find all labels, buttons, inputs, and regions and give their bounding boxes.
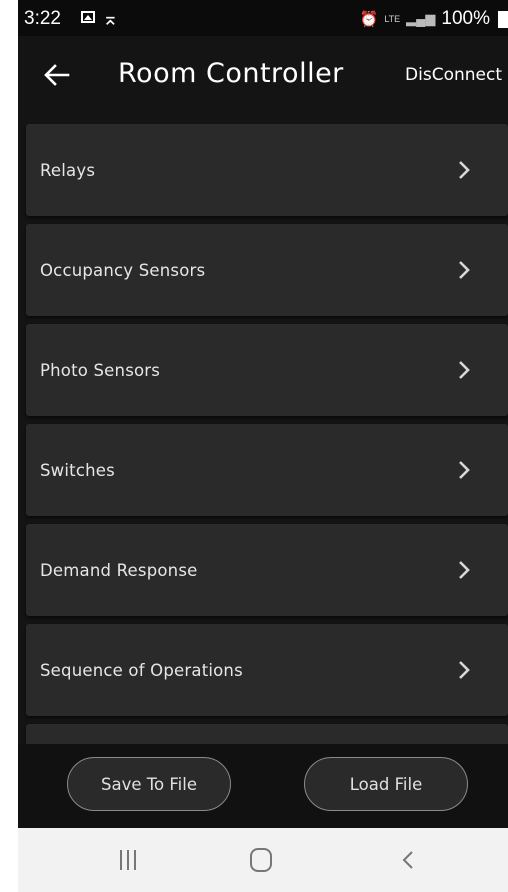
load-file-button[interactable]: Load File [304, 757, 468, 811]
menu-item-sequence-of-operations[interactable]: Sequence of Operations [26, 624, 508, 716]
file-action-bar: Save To File Load File [18, 744, 508, 828]
signal-icon: ▂▄▆ [406, 11, 436, 26]
status-bar: 3:22 ⌅ ⏰ LTE ▂▄▆ 100% [18, 0, 508, 36]
missed-call-icon: ⌅ [102, 8, 119, 30]
chevron-right-icon [459, 561, 470, 579]
settings-menu-list[interactable]: Relays Occupancy Sensors Photo Sensors S… [18, 116, 508, 744]
recent-apps-icon[interactable] [120, 850, 136, 870]
menu-item-demand-response[interactable]: Demand Response [26, 524, 508, 616]
menu-item-partial[interactable] [26, 724, 508, 744]
battery-percent: 100% [441, 8, 490, 29]
menu-item-relays[interactable]: Relays [26, 124, 508, 216]
app-toolbar: Room Controller DisConnect [18, 36, 508, 116]
gallery-notification-icon [81, 11, 95, 23]
save-to-file-button[interactable]: Save To File [67, 757, 231, 811]
status-indicators: ⏰ LTE ▂▄▆ 100% [360, 8, 508, 30]
battery-icon [498, 10, 508, 28]
menu-item-switches[interactable]: Switches [26, 424, 508, 516]
menu-item-label: Sequence of Operations [40, 661, 243, 680]
lte-indicator: LTE [384, 13, 401, 24]
home-icon[interactable] [250, 848, 272, 872]
alarm-icon: ⏰ [359, 11, 379, 28]
chevron-right-icon [459, 461, 470, 479]
page-title: Room Controller [118, 58, 344, 89]
menu-item-label: Photo Sensors [40, 361, 161, 380]
chevron-right-icon [459, 261, 470, 279]
chevron-right-icon [459, 661, 470, 679]
menu-item-photo-sensors[interactable]: Photo Sensors [26, 324, 508, 416]
menu-item-label: Occupancy Sensors [40, 261, 206, 280]
disconnect-button[interactable]: DisConnect [405, 65, 502, 85]
chevron-right-icon [459, 161, 470, 179]
back-arrow-icon[interactable] [42, 58, 72, 92]
menu-item-label: Relays [40, 161, 96, 180]
nav-back-icon[interactable] [398, 848, 418, 872]
menu-item-occupancy-sensors[interactable]: Occupancy Sensors [26, 224, 508, 316]
system-nav-bar [18, 828, 508, 892]
menu-item-label: Switches [40, 461, 115, 480]
menu-item-label: Demand Response [40, 561, 198, 580]
status-time: 3:22 [24, 8, 61, 29]
app-screen: 3:22 ⌅ ⏰ LTE ▂▄▆ 100% Room Controller Di… [18, 0, 508, 892]
chevron-right-icon [459, 361, 470, 379]
